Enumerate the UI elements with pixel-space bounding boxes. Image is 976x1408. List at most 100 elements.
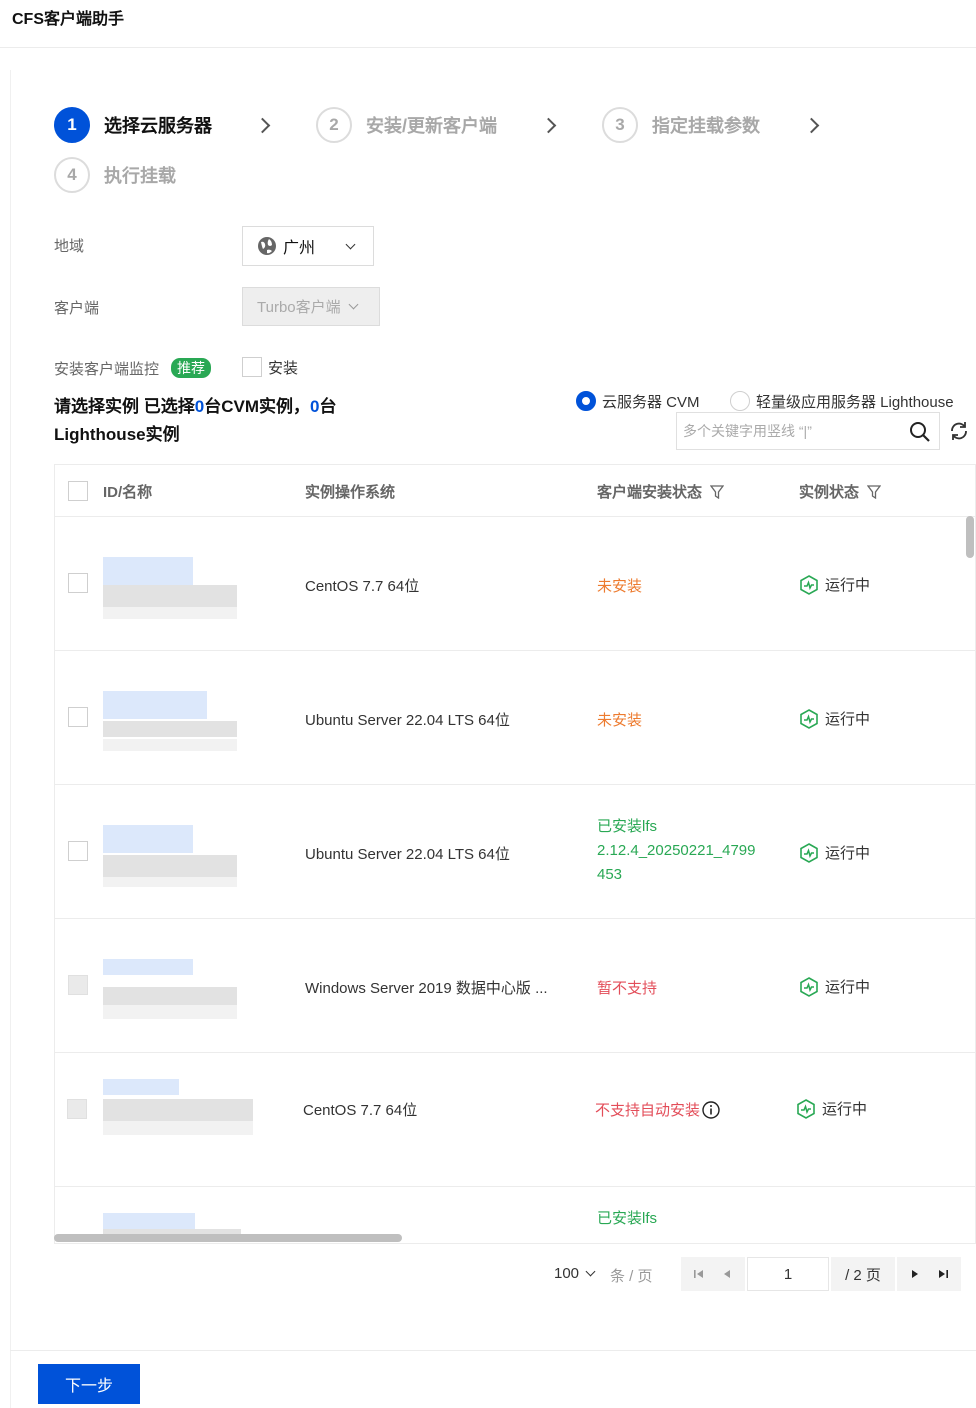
row-checkbox[interactable] xyxy=(68,841,88,861)
page-size-value: 100 xyxy=(554,1265,580,1282)
page-total: / 2 页 xyxy=(845,1266,881,1284)
filter-icon[interactable] xyxy=(710,484,725,499)
region-select[interactable]: 广州 xyxy=(242,226,374,266)
chevron-down-icon xyxy=(585,1266,596,1277)
row-checkbox[interactable] xyxy=(68,573,88,593)
table-row[interactable]: Ubuntu Server 22.04 LTS 64位 未安装 运行中 xyxy=(55,651,975,785)
install-status-line: 2.12.4_20250221_4799 xyxy=(597,842,756,859)
page-size-select[interactable]: 100 xyxy=(554,1265,596,1282)
row-os: Windows Server 2019 数据中心版 ... xyxy=(305,980,548,997)
row-install-status: 未安装 xyxy=(597,712,643,729)
row-checkbox-disabled xyxy=(68,975,88,995)
select-all-checkbox[interactable] xyxy=(68,481,88,501)
row-checkbox[interactable] xyxy=(68,707,88,727)
filter-icon[interactable] xyxy=(867,484,882,499)
row-os: Ubuntu Server 22.04 LTS 64位 xyxy=(305,712,510,729)
horizontal-scrollbar[interactable] xyxy=(54,1234,402,1242)
row-instance-status-label: 运行中 xyxy=(825,979,871,996)
row-install-status: 已安装lfs xyxy=(597,1210,658,1227)
instance-id-blurred xyxy=(103,1079,283,1179)
step-mount-params[interactable]: 3 指定挂载参数 xyxy=(602,107,760,143)
col-install-status[interactable]: 客户端安装状态 xyxy=(597,481,725,502)
row-install-status: 已安装lfs 2.12.4_20250221_4799 453 xyxy=(597,815,756,887)
instance-id-blurred xyxy=(103,691,283,791)
running-status-icon xyxy=(800,976,818,997)
refresh-icon[interactable] xyxy=(948,420,970,442)
install-status-line: 已安装lfs xyxy=(597,818,658,835)
col-instance-status[interactable]: 实例状态 xyxy=(799,481,882,502)
step-number: 1 xyxy=(54,107,90,143)
chevron-down-icon xyxy=(348,299,359,310)
radio-lighthouse-label: 轻量级应用服务器 Lighthouse xyxy=(756,394,954,411)
table-row: CentOS 7.7 64位 不支持自动安装 运行中 xyxy=(55,1053,975,1187)
row-install-status: 未安装 xyxy=(597,578,643,595)
running-status-icon xyxy=(800,708,818,729)
pager-nav-forward xyxy=(897,1257,961,1291)
title-bar: CFS客户端助手 xyxy=(0,0,976,48)
table-row: Windows Server 2019 数据中心版 ... 暂不支持 运行中 xyxy=(55,919,975,1053)
row-install-status-label: 不支持自动安装 xyxy=(595,1102,701,1119)
row-instance-status: 运行中 xyxy=(799,708,870,729)
region-value: 广州 xyxy=(283,240,316,257)
step-install-client[interactable]: 2 安装/更新客户端 xyxy=(316,107,497,143)
monitor-label: 安装客户端监控 xyxy=(54,361,160,378)
search-input[interactable]: 多个关键字用竖线 “|” xyxy=(677,421,812,441)
client-select[interactable]: Turbo客户端 xyxy=(242,287,380,326)
next-page-icon[interactable] xyxy=(908,1267,922,1281)
running-status-icon xyxy=(797,1098,815,1119)
radio-cvm[interactable] xyxy=(576,391,596,411)
row-os: CentOS 7.7 64位 xyxy=(303,1102,418,1119)
table-row[interactable]: Ubuntu Server 22.04 LTS 64位 已安装lfs 2.12.… xyxy=(55,785,975,919)
row-install-status: 暂不支持 xyxy=(597,980,658,997)
col-os: 实例操作系统 xyxy=(305,484,396,501)
step-select-server[interactable]: 1 选择云服务器 xyxy=(54,107,212,143)
col-instance-status-label: 实例状态 xyxy=(799,484,860,501)
row-instance-status-label: 运行中 xyxy=(825,845,871,862)
region-label: 地域 xyxy=(54,238,85,255)
recommend-badge: 推荐 xyxy=(171,358,211,378)
app-title: CFS客户端助手 xyxy=(12,11,125,28)
chevron-down-icon xyxy=(345,239,356,249)
col-id-name: ID/名称 xyxy=(103,484,153,501)
radio-lighthouse[interactable] xyxy=(730,391,750,411)
info-icon[interactable] xyxy=(702,1100,720,1119)
footer-divider xyxy=(10,1350,976,1351)
instance-id-blurred xyxy=(103,825,283,925)
search-icon[interactable] xyxy=(909,421,931,443)
pager-nav-back xyxy=(681,1257,745,1291)
selection-mid: 台CVM实例， xyxy=(204,397,310,416)
row-os: Ubuntu Server 22.04 LTS 64位 xyxy=(305,846,510,863)
client-value: Turbo客户端 xyxy=(257,299,341,316)
selection-line2: Lighthouse实例 xyxy=(54,425,180,444)
table-header: ID/名称 实例操作系统 客户端安装状态 实例状态 xyxy=(55,465,975,517)
prev-page-icon[interactable] xyxy=(720,1267,734,1281)
running-status-icon xyxy=(800,842,818,863)
table-row[interactable]: CentOS 7.7 64位 未安装 运行中 xyxy=(55,517,975,651)
next-step-button[interactable]: 下一步 xyxy=(38,1364,140,1404)
radio-cvm-label: 云服务器 CVM xyxy=(602,394,700,411)
step-number: 2 xyxy=(316,107,352,143)
row-instance-status: 运行中 xyxy=(799,842,870,863)
step-execute-mount[interactable]: 4 执行挂载 xyxy=(54,157,176,193)
last-page-icon[interactable] xyxy=(936,1267,950,1281)
row-instance-status: 运行中 xyxy=(799,574,870,595)
running-status-icon xyxy=(800,574,818,595)
search-box[interactable]: 多个关键字用竖线 “|” xyxy=(676,412,940,450)
page-input[interactable]: 1 xyxy=(747,1257,829,1291)
page-size-unit: 条 / 页 xyxy=(610,1268,653,1285)
install-monitor-checkbox-label: 安装 xyxy=(268,360,299,377)
first-page-icon[interactable] xyxy=(692,1267,706,1281)
row-checkbox-disabled xyxy=(67,1099,87,1119)
step-label: 选择云服务器 xyxy=(104,116,212,136)
col-install-status-label: 客户端安装状态 xyxy=(597,484,703,501)
client-label: 客户端 xyxy=(54,300,100,317)
row-instance-status: 运行中 xyxy=(799,976,870,997)
step-number: 3 xyxy=(602,107,638,143)
page-total-box: / 2 页 xyxy=(831,1257,895,1291)
row-instance-status-label: 运行中 xyxy=(822,1101,868,1118)
row-instance-status-label: 运行中 xyxy=(825,711,871,728)
instance-id-blurred xyxy=(103,959,283,1059)
install-monitor-checkbox[interactable] xyxy=(242,357,262,377)
vertical-scrollbar[interactable] xyxy=(966,516,974,558)
row-install-status: 不支持自动安装 xyxy=(595,1099,720,1120)
